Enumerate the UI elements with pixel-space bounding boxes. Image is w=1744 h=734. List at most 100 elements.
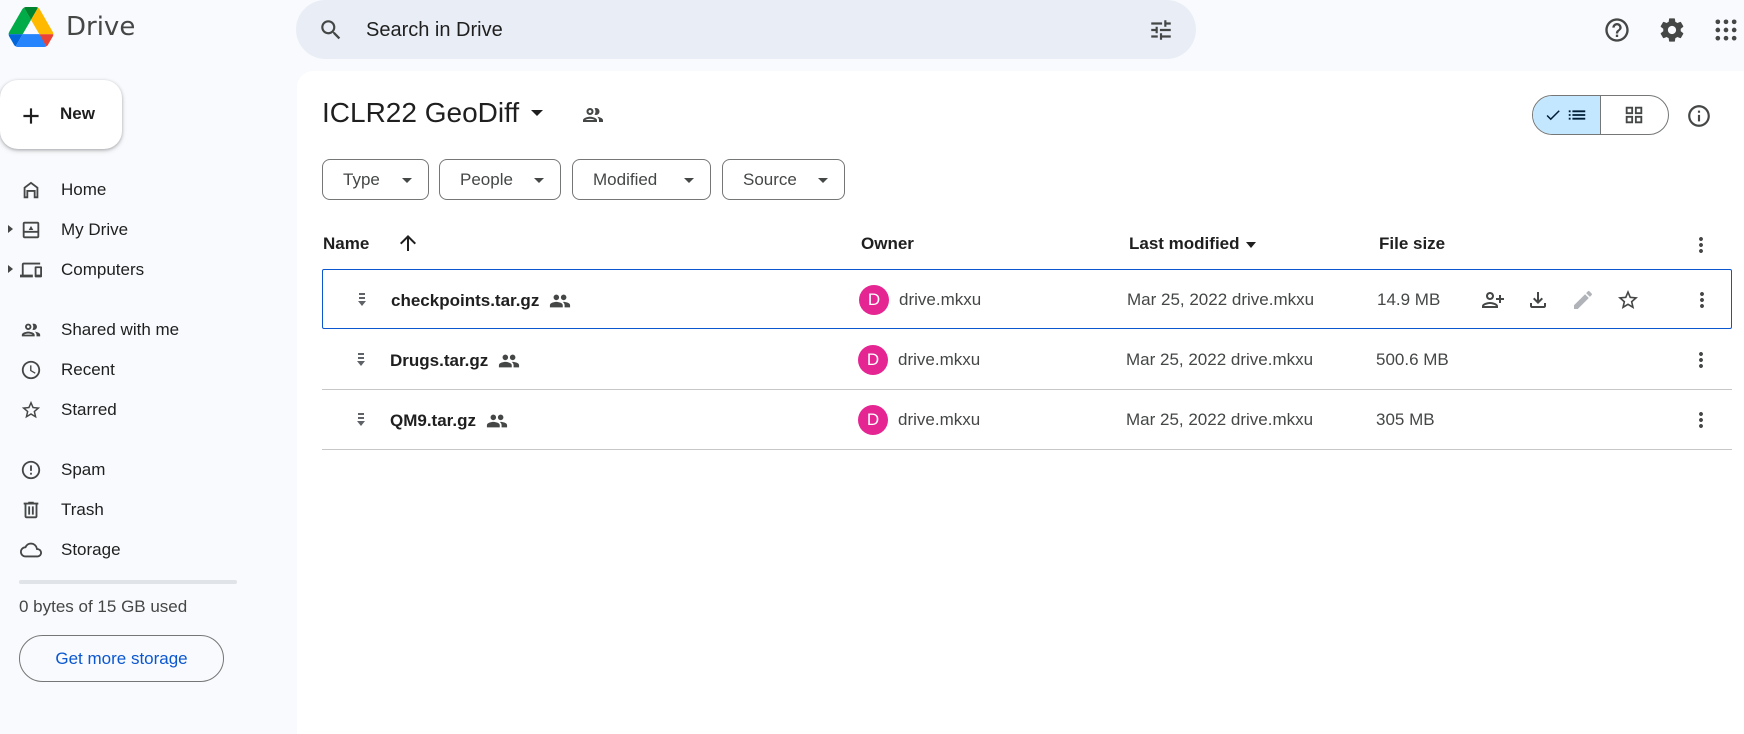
- expand-arrow-icon[interactable]: [8, 265, 13, 273]
- grid-view-button[interactable]: [1601, 96, 1669, 134]
- chip-label: Type: [343, 169, 380, 189]
- column-header-name[interactable]: Name: [323, 234, 369, 254]
- sidebar-item-storage[interactable]: Storage: [0, 532, 270, 568]
- sidebar-item-label: Storage: [61, 540, 121, 559]
- list-icon: [1566, 104, 1588, 126]
- page-title: ICLR22 GeoDiff: [322, 97, 520, 128]
- sidebar-item-computers[interactable]: Computers: [0, 252, 270, 288]
- owner-name: drive.mkxu: [899, 290, 982, 309]
- download-icon[interactable]: [1526, 288, 1550, 312]
- caret-down-icon: [1245, 241, 1256, 248]
- grid-icon: [1623, 104, 1645, 126]
- table-row[interactable]: Drugs.tar.gz D drive.mkxu Mar 25, 2022 d…: [322, 330, 1732, 390]
- shared-people-icon: [549, 290, 571, 312]
- filter-type-chip[interactable]: Type: [322, 159, 429, 200]
- file-name: QM9.tar.gz: [390, 410, 508, 432]
- check-icon: [1544, 106, 1562, 124]
- star-icon: [20, 399, 42, 421]
- shared-people-icon: [486, 410, 508, 432]
- search-options-icon[interactable]: [1148, 17, 1174, 43]
- caret-down-icon: [531, 110, 544, 116]
- caret-down-icon: [818, 178, 828, 183]
- column-header-last-modified-label: Last modified: [1129, 234, 1240, 253]
- archive-file-icon: [352, 350, 370, 370]
- column-header-file-size[interactable]: File size: [1379, 234, 1445, 254]
- sidebar-item-label: Starred: [61, 400, 117, 419]
- list-view-button[interactable]: [1533, 96, 1601, 134]
- get-more-storage-button[interactable]: Get more storage: [19, 635, 224, 682]
- computers-icon: [20, 259, 42, 281]
- file-name-text: QM9.tar.gz: [390, 411, 476, 430]
- archive-file-icon: [353, 290, 371, 310]
- storage-usage-bar: [19, 580, 237, 584]
- drive-logo-icon: [8, 7, 54, 47]
- sidebar-item-recent[interactable]: Recent: [0, 352, 270, 388]
- sidebar-item-spam[interactable]: Spam: [0, 452, 270, 488]
- sidebar-item-shared-with-me[interactable]: Shared with me: [0, 312, 270, 348]
- main-panel: ICLR22 GeoDiff Type People Modified Sour…: [297, 71, 1744, 734]
- more-vert-icon[interactable]: [1690, 288, 1714, 312]
- table-row[interactable]: checkpoints.tar.gz D drive.mkxu Mar 25, …: [322, 269, 1732, 329]
- last-modified: Mar 25, 2022 drive.mkxu: [1126, 350, 1314, 369]
- shared-people-icon: [498, 350, 520, 372]
- share-add-person-icon[interactable]: [1481, 288, 1505, 312]
- spam-icon: [20, 459, 42, 481]
- cloud-icon: [20, 539, 42, 561]
- trash-icon: [20, 499, 42, 521]
- caret-down-icon: [534, 178, 544, 183]
- top-bar: Drive: [0, 0, 1744, 64]
- settings-gear-icon[interactable]: [1658, 16, 1686, 44]
- sort-ascending-arrow-icon[interactable]: [396, 231, 420, 255]
- file-size: 305 MB: [1376, 410, 1435, 429]
- sidebar-item-starred[interactable]: Starred: [0, 392, 270, 428]
- more-vert-icon[interactable]: [1689, 233, 1713, 257]
- column-header-last-modified[interactable]: Last modified: [1129, 234, 1256, 254]
- sidebar-item-label: My Drive: [61, 220, 129, 239]
- apps-grid-icon[interactable]: [1712, 16, 1740, 44]
- folder-title-button[interactable]: ICLR22 GeoDiff: [322, 97, 544, 129]
- info-icon[interactable]: [1686, 103, 1712, 129]
- home-icon: [20, 179, 42, 201]
- avatar: D: [859, 285, 889, 315]
- rename-pencil-icon[interactable]: [1571, 288, 1595, 312]
- help-icon[interactable]: [1603, 16, 1631, 44]
- search-input[interactable]: [366, 14, 1066, 46]
- chip-label: Source: [743, 169, 797, 189]
- sidebar-item-label: Trash: [61, 500, 104, 519]
- sidebar-item-label: Home: [61, 180, 107, 199]
- row-quick-actions: [1481, 288, 1640, 312]
- star-outline-icon[interactable]: [1616, 288, 1640, 312]
- expand-arrow-icon[interactable]: [8, 225, 13, 233]
- sidebar-item-label: Recent: [61, 360, 115, 379]
- drive-logo[interactable]: Drive: [8, 7, 135, 47]
- sidebar-item-home[interactable]: Home: [0, 172, 270, 208]
- storage-usage-text: 0 bytes of 15 GB used: [19, 597, 188, 616]
- filter-modified-chip[interactable]: Modified: [572, 159, 711, 200]
- shared-with-me-icon: [20, 319, 42, 341]
- caret-down-icon: [684, 178, 694, 183]
- more-vert-icon[interactable]: [1689, 348, 1713, 372]
- owner-name: drive.mkxu: [898, 410, 981, 429]
- sidebar-item-label: Spam: [61, 460, 106, 479]
- table-row[interactable]: QM9.tar.gz D drive.mkxu Mar 25, 2022 dri…: [322, 390, 1732, 450]
- filter-source-chip[interactable]: Source: [722, 159, 845, 200]
- shared-folder-people-icon[interactable]: [581, 103, 605, 127]
- file-size: 500.6 MB: [1376, 350, 1449, 369]
- caret-down-icon: [402, 178, 412, 183]
- search-bar[interactable]: [296, 0, 1196, 59]
- file-name-text: checkpoints.tar.gz: [391, 291, 540, 310]
- file-name: checkpoints.tar.gz: [391, 290, 571, 312]
- column-header-owner[interactable]: Owner: [861, 234, 914, 254]
- sidebar-item-trash[interactable]: Trash: [0, 492, 270, 528]
- sidebar-item-label: Computers: [61, 260, 145, 279]
- new-button[interactable]: New: [0, 80, 122, 149]
- filter-people-chip[interactable]: People: [439, 159, 561, 200]
- clock-icon: [20, 359, 42, 381]
- more-vert-icon[interactable]: [1689, 408, 1713, 432]
- sidebar-item-my-drive[interactable]: My Drive: [0, 212, 270, 248]
- search-icon[interactable]: [318, 17, 344, 43]
- my-drive-icon: [20, 219, 42, 241]
- chip-label: Modified: [593, 169, 658, 189]
- sidebar-item-label: Shared with me: [61, 320, 180, 339]
- archive-file-icon: [352, 410, 370, 430]
